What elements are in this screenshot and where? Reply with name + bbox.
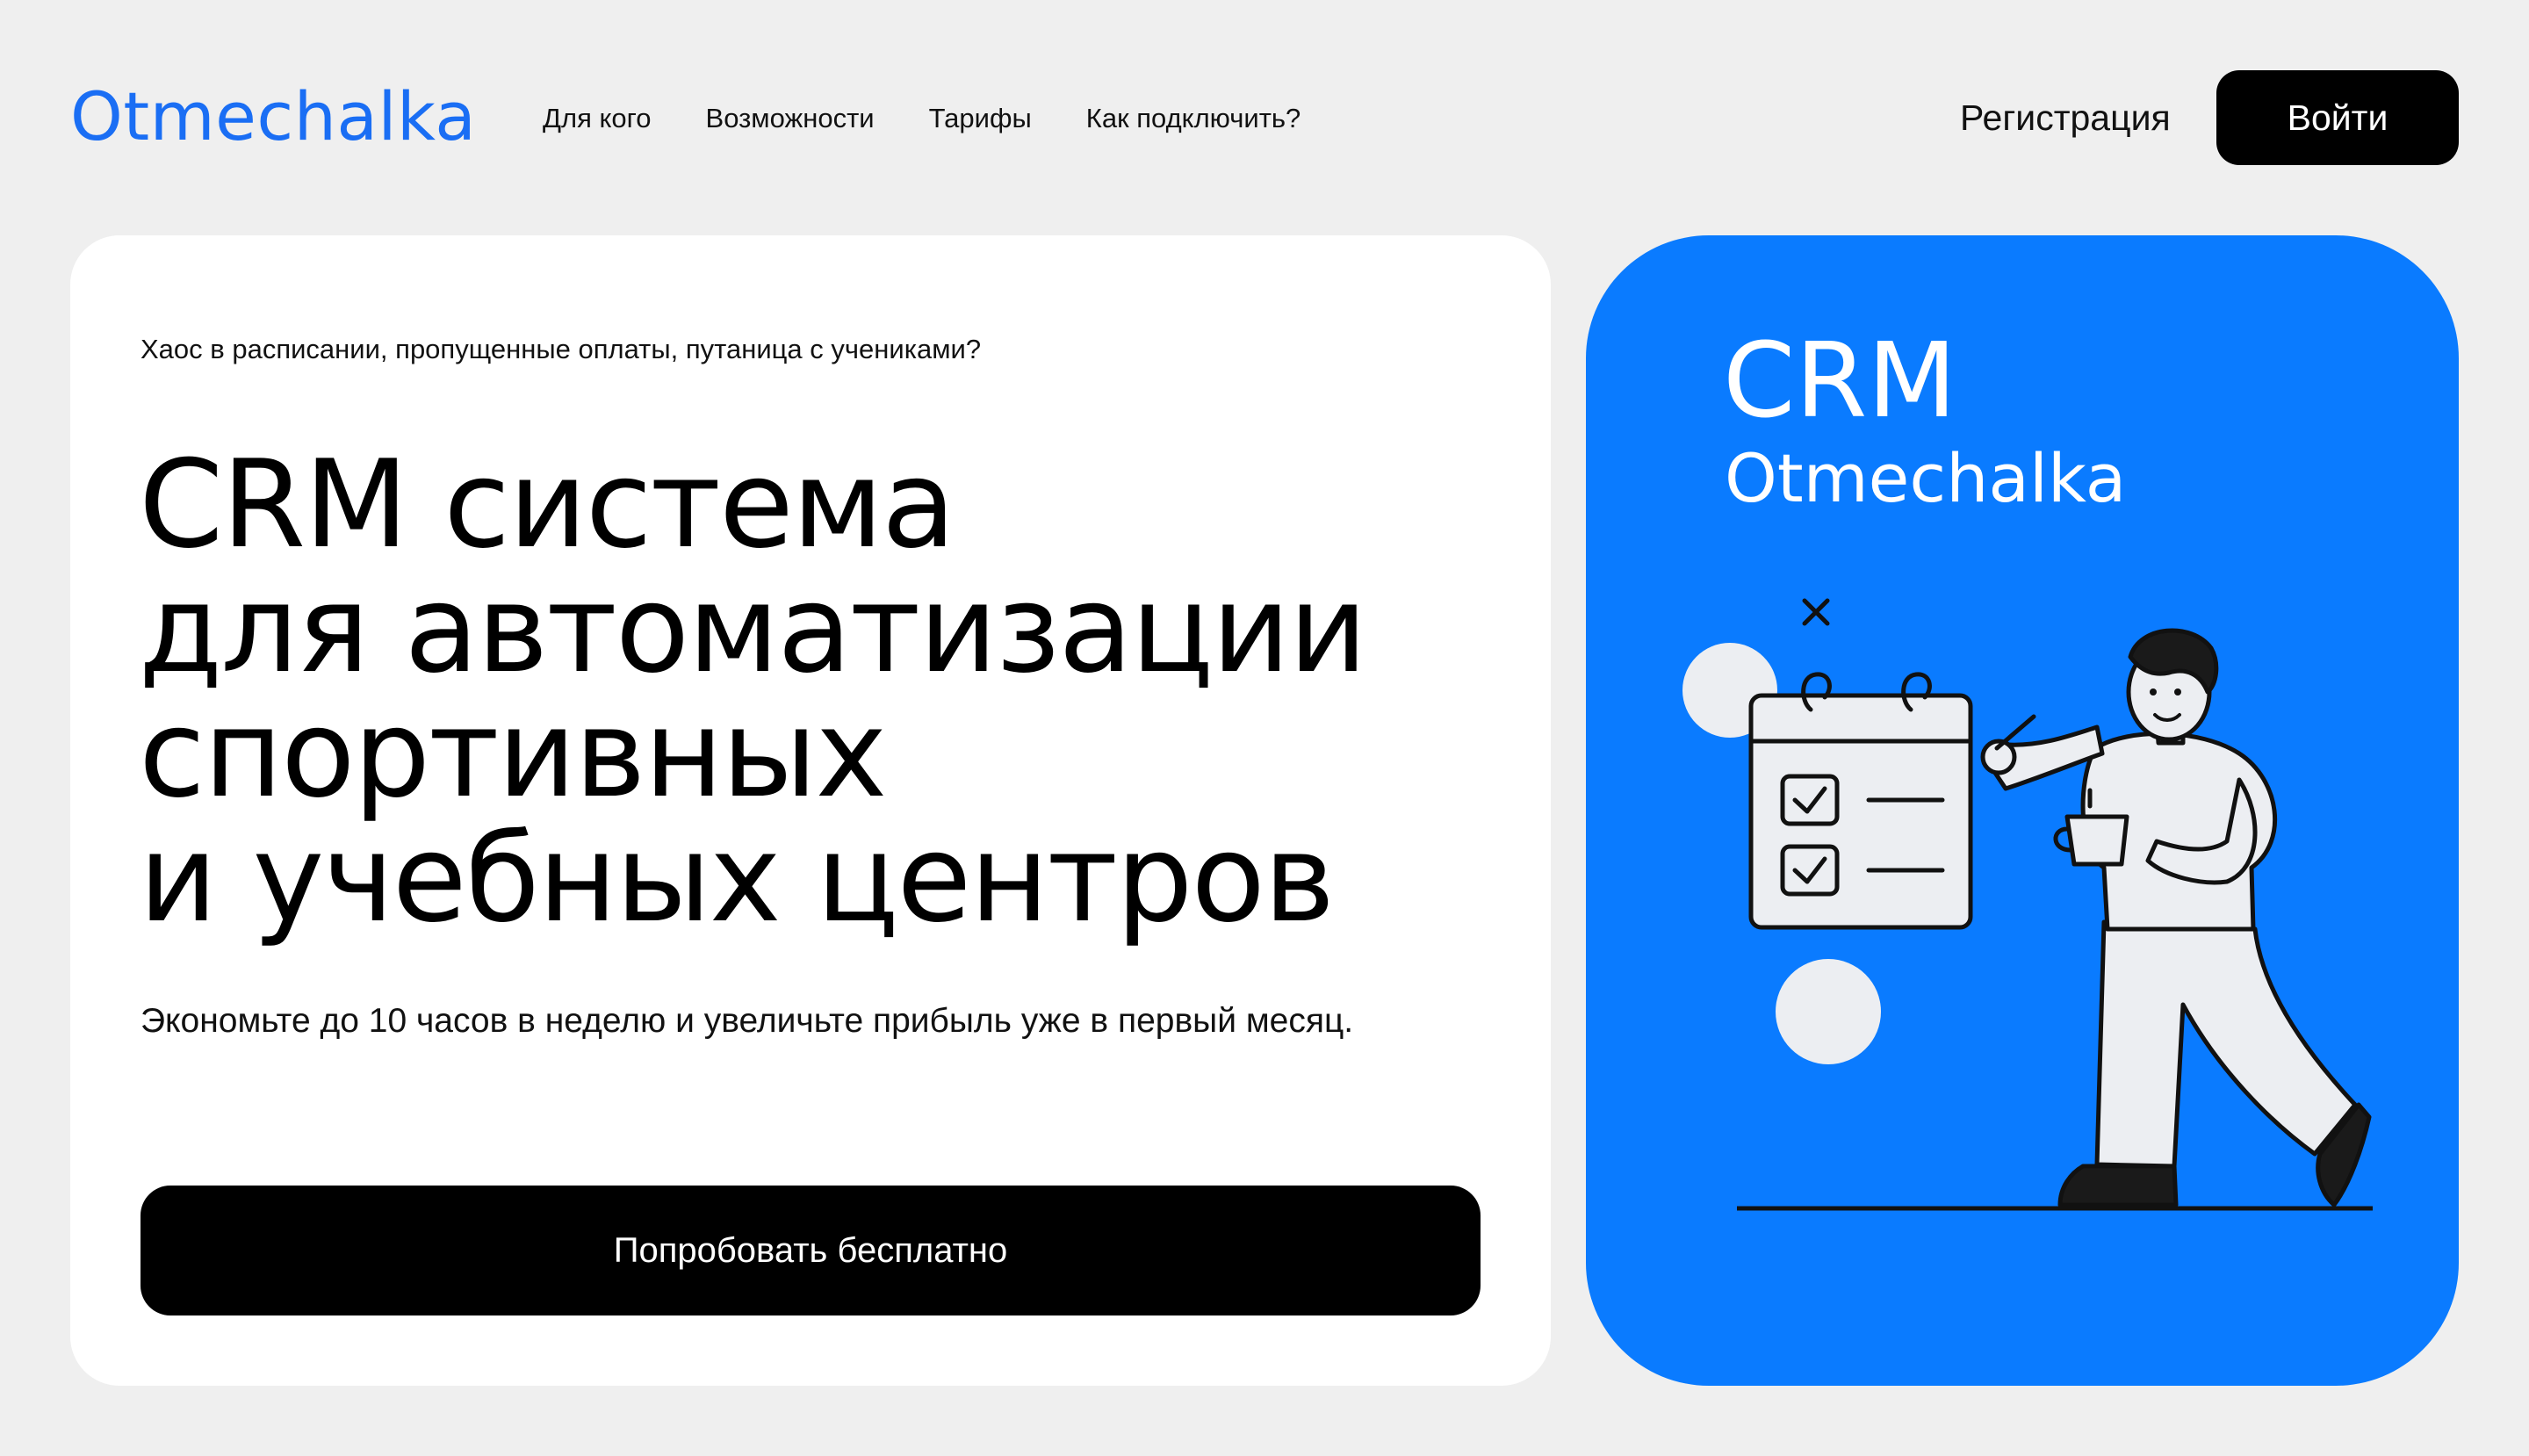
person-with-calendar-checklist-illustration <box>1682 598 2373 1211</box>
nav-link-how-to-connect[interactable]: Как подключить? <box>1086 103 1301 134</box>
hero-headline-line: и учебных центров <box>139 808 1335 949</box>
register-link[interactable]: Регистрация <box>1960 93 2171 142</box>
hero-headline-line: для автоматизации <box>139 559 1367 700</box>
site-header: Otmechalka Для кого Возможности Тарифы К… <box>0 0 2529 211</box>
sparkle-x-icon <box>1802 598 1830 626</box>
nav-link-for-whom[interactable]: Для кого <box>543 103 652 134</box>
hero-headline-line: спортивных <box>139 683 887 825</box>
hero-card: Хаос в расписании, пропущенные оплаты, п… <box>70 235 1551 1386</box>
nav-link-pricing[interactable]: Тарифы <box>929 103 1032 134</box>
hero-headline: CRM система для автоматизации спортивных… <box>139 443 1509 941</box>
try-free-button[interactable]: Попробовать бесплатно <box>140 1186 1481 1315</box>
hero-subtext: Экономьте до 10 часов в неделю и увеличь… <box>140 1002 1354 1040</box>
hero-headline-line: CRM система <box>139 434 956 575</box>
nav-link-features[interactable]: Возможности <box>706 103 875 134</box>
person-figure <box>1980 628 2372 1207</box>
login-button[interactable]: Войти <box>2216 70 2459 165</box>
decor-circle <box>1776 959 1881 1064</box>
brand-logo[interactable]: Otmechalka <box>70 77 476 156</box>
hero-eyebrow: Хаос в расписании, пропущенные оплаты, п… <box>140 334 982 364</box>
promo-card: CRM Otmechalka <box>1586 235 2459 1386</box>
calendar-checklist-icon <box>1748 672 1973 930</box>
main-nav: Для кого Возможности Тарифы Как подключи… <box>543 98 1301 139</box>
